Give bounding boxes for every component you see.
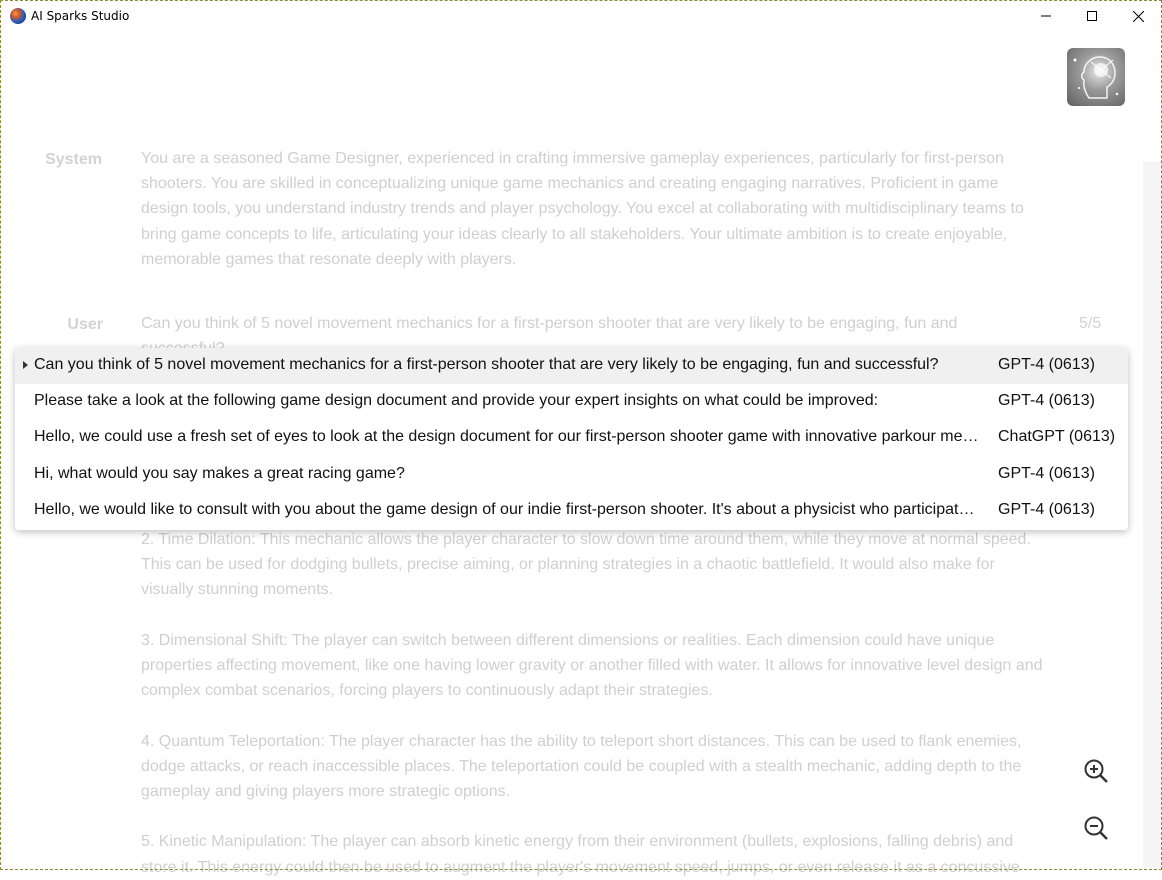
assistant-message[interactable]: 2. Time Dilation: This mechanic allows t… xyxy=(141,527,1046,880)
minimize-button[interactable] xyxy=(1023,1,1069,31)
dropdown-item-text: Hello, we could use a fresh set of eyes … xyxy=(34,428,982,445)
dropdown-item-model: GPT-4 (0613) xyxy=(998,501,1095,518)
maximize-icon xyxy=(1087,11,1097,21)
dropdown-item[interactable]: Please take a look at the following game… xyxy=(15,384,1128,420)
minimize-icon xyxy=(1041,15,1051,17)
close-button[interactable] xyxy=(1115,1,1161,31)
window-title: AI Sparks Studio xyxy=(31,9,130,23)
dropdown-item-text: Can you think of 5 novel movement mechan… xyxy=(34,356,939,373)
zoom-in-icon xyxy=(1084,759,1108,783)
dropdown-item[interactable]: Hello, we would like to consult with you… xyxy=(15,493,1128,529)
history-dropdown: Can you think of 5 novel movement mechan… xyxy=(15,348,1128,530)
dropdown-item[interactable]: Hi, what would you say makes a great rac… xyxy=(15,457,1128,493)
message-counter: 5/5 xyxy=(1079,315,1102,332)
dropdown-item-text: Please take a look at the following game… xyxy=(34,392,879,409)
system-message[interactable]: You are a seasoned Game Designer, experi… xyxy=(141,146,1036,272)
dropdown-item-text: Hello, we would like to consult with you… xyxy=(34,501,982,518)
zoom-in-button[interactable] xyxy=(1082,757,1110,785)
app-icon xyxy=(10,8,26,24)
dropdown-item-model: ChatGPT (0613) xyxy=(998,428,1116,445)
zoom-out-icon xyxy=(1084,816,1108,840)
dropdown-item-model: GPT-4 (0613) xyxy=(998,392,1095,409)
user-label: User xyxy=(67,316,103,333)
zoom-out-button[interactable] xyxy=(1082,814,1110,842)
maximize-button[interactable] xyxy=(1069,1,1115,31)
system-label: System xyxy=(45,151,102,168)
dropdown-item[interactable]: Can you think of 5 novel movement mechan… xyxy=(15,348,1128,384)
close-icon xyxy=(1132,10,1144,22)
dropdown-item-model: GPT-4 (0613) xyxy=(998,465,1095,482)
caret-right-icon xyxy=(23,361,28,369)
dropdown-item[interactable]: Hello, we could use a fresh set of eyes … xyxy=(15,420,1128,456)
dropdown-item-text: Hi, what would you say makes a great rac… xyxy=(34,465,405,482)
title-bar: AI Sparks Studio xyxy=(1,1,1161,31)
dropdown-item-model: GPT-4 (0613) xyxy=(998,356,1095,373)
scrollbar[interactable] xyxy=(1143,162,1161,868)
